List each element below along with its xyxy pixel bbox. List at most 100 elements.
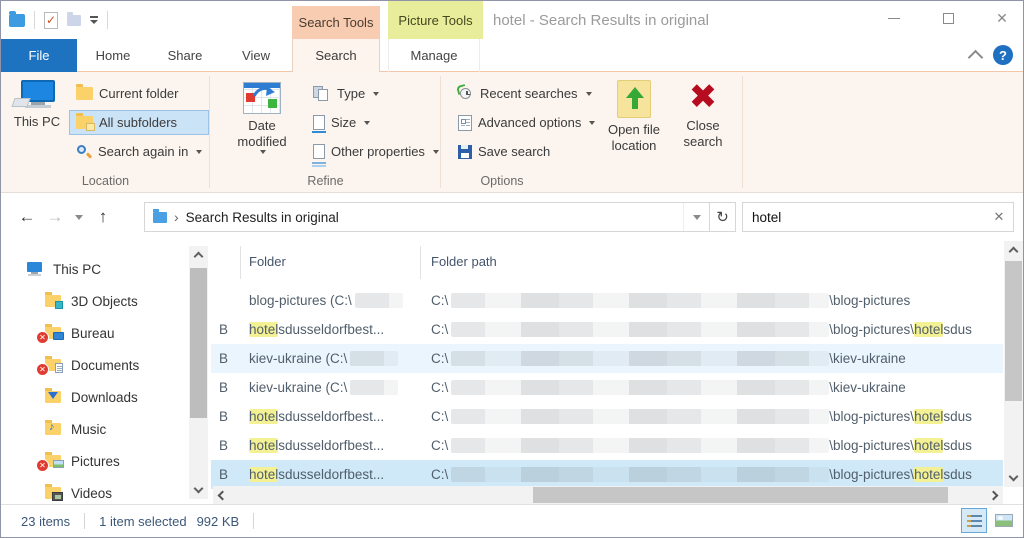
- tab-view[interactable]: View: [221, 39, 291, 72]
- up-button[interactable]: ↑: [89, 207, 117, 227]
- properties-page-icon: [313, 144, 325, 159]
- advanced-options-button[interactable]: Advanced options: [451, 110, 602, 135]
- scroll-up-icon[interactable]: [194, 252, 204, 262]
- tab-home[interactable]: Home: [77, 39, 149, 72]
- clear-search-icon[interactable]: ✕: [985, 209, 1013, 225]
- sidebar-item-bureau[interactable]: ✕ Bureau: [1, 318, 189, 348]
- scroll-down-icon[interactable]: [1009, 472, 1019, 482]
- sidebar-item-pictures[interactable]: ✕ Pictures: [1, 446, 189, 476]
- redacted-text: [350, 380, 398, 395]
- date-modified-button[interactable]: Date modified: [224, 82, 300, 154]
- scrollbar-thumb[interactable]: [190, 268, 207, 418]
- all-subfolders-button[interactable]: All subfolders: [69, 110, 209, 135]
- view-toggles: [961, 508, 1017, 533]
- column-header-folder[interactable]: Folder: [241, 246, 421, 279]
- search-tools-header[interactable]: Search Tools: [292, 6, 380, 39]
- address-bar[interactable]: › Search Results in original ↻: [144, 202, 736, 232]
- properties-icon[interactable]: ✓: [44, 12, 58, 29]
- table-row[interactable]: B kiev-ukraine (C:\ C:\\kiev-ukraine: [211, 373, 1003, 402]
- size-button[interactable]: Size: [306, 110, 446, 135]
- recent-locations-icon[interactable]: [75, 215, 83, 220]
- table-row[interactable]: B hotelsdusseldorfbest... C:\\blog-pictu…: [211, 402, 1003, 431]
- videos-folder-icon: [43, 485, 63, 501]
- breadcrumb-chevron-icon[interactable]: ›: [174, 209, 179, 225]
- column-header-folder-path[interactable]: Folder path: [421, 246, 1003, 279]
- current-folder-button[interactable]: Current folder: [69, 81, 209, 106]
- list-vertical-scrollbar[interactable]: [1004, 241, 1023, 487]
- selection-status: 1 item selected: [99, 514, 186, 529]
- other-properties-button[interactable]: Other properties: [306, 139, 446, 164]
- this-pc-button[interactable]: This PC: [11, 80, 63, 130]
- address-row: ← → ↑ › Search Results in original ↻ hot…: [1, 193, 1023, 241]
- maximize-button[interactable]: [935, 7, 961, 29]
- sidebar-item-this-pc[interactable]: This PC: [1, 254, 189, 284]
- back-button[interactable]: ←: [13, 207, 41, 227]
- table-row[interactable]: B kiev-ukraine (C:\ C:\\kiev-ukraine: [211, 344, 1003, 373]
- table-row-selected[interactable]: B hotelsdusseldorfbest... C:\\blog-pictu…: [211, 460, 1003, 489]
- calendar-icon: [243, 82, 281, 114]
- scroll-left-icon[interactable]: [218, 491, 228, 501]
- table-row[interactable]: B hotelsdusseldorfbest... C:\\blog-pictu…: [211, 315, 1003, 344]
- search-again-in-button[interactable]: Search again in: [69, 139, 209, 164]
- sidebar-item-videos[interactable]: Videos: [1, 478, 189, 504]
- tab-file[interactable]: File: [1, 39, 77, 72]
- type-button[interactable]: Type: [306, 81, 446, 106]
- scrollbar-thumb[interactable]: [1005, 261, 1022, 401]
- thumbnail-view-icon: [995, 514, 1013, 527]
- pictures-folder-icon: ✕: [43, 453, 63, 469]
- close-search-button[interactable]: ✖ Close search: [673, 80, 733, 150]
- customize-qat-icon[interactable]: [90, 16, 98, 24]
- redacted-text: [350, 351, 398, 366]
- subfolders-icon: [76, 116, 93, 129]
- save-search-button[interactable]: Save search: [451, 139, 602, 164]
- minimize-button[interactable]: [881, 7, 907, 29]
- scrollbar-thumb[interactable]: [533, 487, 948, 503]
- results-list: Folder Folder path blog-pictures (C:\ C:…: [211, 241, 1003, 504]
- match-highlight: hotel: [914, 467, 943, 482]
- search-input[interactable]: hotel: [743, 210, 985, 225]
- open-file-location-button[interactable]: Open file location: [599, 80, 669, 154]
- sidebar-scrollbar[interactable]: [189, 246, 208, 499]
- picture-tools-header[interactable]: Picture Tools: [388, 1, 483, 39]
- chevron-down-icon: [260, 150, 266, 154]
- list-horizontal-scrollbar[interactable]: [213, 486, 1003, 504]
- new-folder-icon[interactable]: [67, 15, 81, 26]
- match-highlight: hotel: [249, 409, 278, 424]
- ribbon-tab-row: File Home Share View Search Manage: [1, 39, 1023, 72]
- scroll-right-icon[interactable]: [989, 491, 999, 501]
- divider: [34, 11, 35, 29]
- table-row[interactable]: B hotelsdusseldorfbest... C:\\blog-pictu…: [211, 431, 1003, 460]
- tab-search[interactable]: Search: [292, 39, 380, 72]
- tab-share[interactable]: Share: [149, 39, 221, 72]
- close-button[interactable]: ✕: [989, 7, 1015, 29]
- rows: blog-pictures (C:\ C:\\blog-pictures B h…: [211, 286, 1003, 489]
- navigation-pane: This PC 3D Objects ✕ Bureau ✕ Documents …: [1, 241, 189, 504]
- large-icons-view-button[interactable]: [991, 508, 1017, 533]
- app-folder-icon: [9, 14, 25, 27]
- help-icon[interactable]: ?: [993, 45, 1013, 65]
- group-label-refine: Refine: [210, 174, 441, 188]
- breadcrumb[interactable]: Search Results in original: [186, 210, 683, 225]
- refresh-icon[interactable]: ↻: [709, 203, 735, 231]
- sidebar-item-documents[interactable]: ✕ Documents: [1, 350, 189, 380]
- address-dropdown-icon[interactable]: [683, 203, 709, 231]
- details-view-button[interactable]: [961, 508, 987, 533]
- scroll-up-icon[interactable]: [1009, 247, 1019, 257]
- sidebar-item-3d-objects[interactable]: 3D Objects: [1, 286, 189, 316]
- name-column-stub[interactable]: [211, 246, 241, 279]
- scroll-down-icon[interactable]: [194, 484, 204, 494]
- table-row[interactable]: blog-pictures (C:\ C:\\blog-pictures: [211, 286, 1003, 315]
- search-box[interactable]: hotel ✕: [742, 202, 1014, 232]
- tab-manage[interactable]: Manage: [388, 39, 480, 72]
- sync-error-icon: ✕: [36, 363, 49, 376]
- type-icon: [313, 86, 331, 102]
- recent-searches-button[interactable]: Recent searches: [451, 81, 602, 106]
- items-count: 23 items: [21, 514, 70, 529]
- sidebar-item-music[interactable]: ♪ Music: [1, 414, 189, 444]
- collapse-ribbon-icon[interactable]: [968, 50, 984, 66]
- forward-button[interactable]: →: [41, 207, 69, 227]
- selection-size: 992 KB: [197, 514, 240, 529]
- redacted-text: [451, 351, 829, 366]
- sidebar-item-downloads[interactable]: Downloads: [1, 382, 189, 412]
- contextual-tab-headers: Search Tools Picture Tools: [292, 1, 483, 39]
